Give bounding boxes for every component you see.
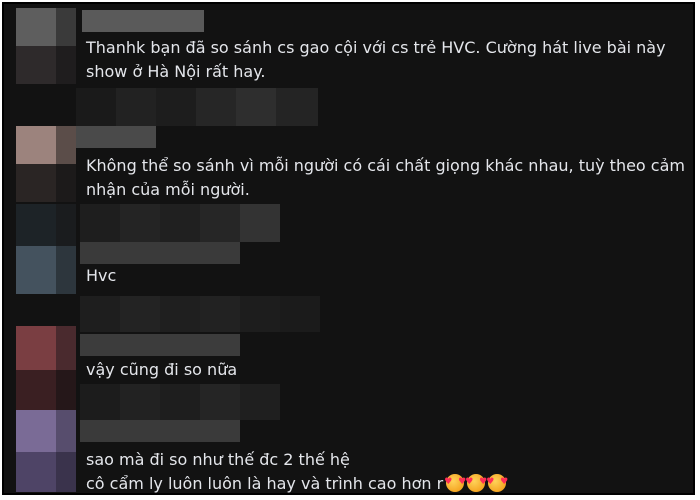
avatar[interactable]	[16, 8, 76, 84]
avatar[interactable]	[16, 410, 76, 492]
comment-line: Hvc	[86, 266, 117, 285]
comment-line: Thanhk bạn đã so sánh cs gao cội với cs …	[86, 38, 666, 57]
smiling-face-with-hearts-icon	[486, 470, 508, 493]
comment-line: show ở Hà Nội rất hay.	[86, 62, 266, 81]
comment-body: vậy cũng đi so nữa	[86, 358, 686, 382]
comment-line: Không thể so sánh vì mỗi người có cái ch…	[86, 156, 685, 175]
comment-line: sao mà đi so như thế đc 2 thế hệ	[86, 450, 350, 469]
comment-line-text: cô cẩm ly luôn luôn là hay và trình cao …	[86, 474, 444, 493]
author-name[interactable]	[82, 10, 204, 32]
comment-body: Không thể so sánh vì mỗi người có cái ch…	[86, 154, 686, 202]
comment-line: vậy cũng đi so nữa	[86, 360, 238, 379]
comment-line: cô cẩm ly luôn luôn là hay và trình cao …	[86, 470, 686, 493]
avatar[interactable]	[16, 126, 76, 202]
comment-screenshot: Thanhk bạn đã so sánh cs gao cội với cs …	[2, 2, 695, 495]
smiling-face-with-hearts-icon	[444, 470, 466, 493]
avatar[interactable]	[16, 326, 76, 410]
author-name[interactable]	[76, 126, 156, 148]
smiling-face-with-hearts-icon	[465, 470, 487, 493]
author-name[interactable]	[80, 242, 240, 264]
avatar[interactable]	[16, 204, 76, 294]
comment-body: Hvc	[86, 264, 686, 288]
author-name[interactable]	[80, 334, 240, 356]
comment-body: Thanhk bạn đã so sánh cs gao cội với cs …	[86, 36, 686, 84]
comment-body: sao mà đi so như thế đc 2 thế hệ cô cẩm …	[86, 448, 686, 493]
author-name[interactable]	[80, 420, 240, 442]
comment-line: nhận của mỗi người.	[86, 180, 250, 199]
